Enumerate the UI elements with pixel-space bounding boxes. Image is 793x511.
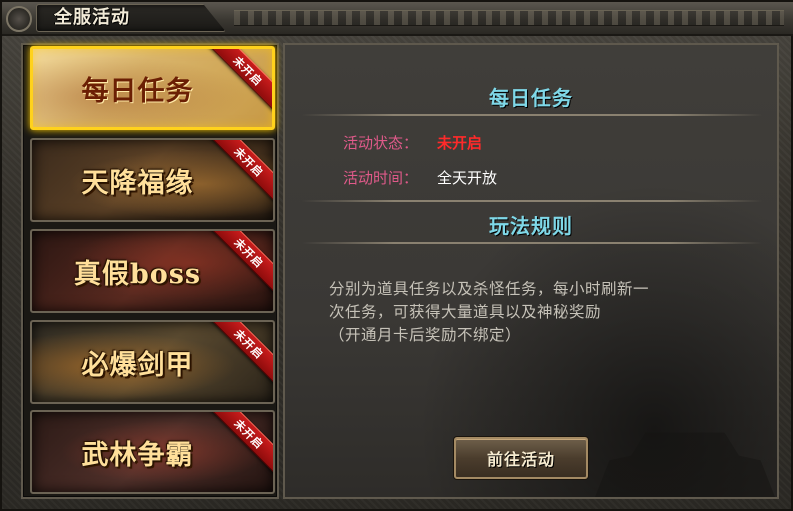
activity-card-daily-task[interactable]: 每日任务 未开启 (30, 46, 275, 130)
rules-line: 分别为道具任务以及杀怪任务，每小时刷新一 (329, 280, 650, 298)
rules-title: 玩法规则 (489, 214, 573, 238)
activity-name: 必爆剑甲 (81, 349, 194, 381)
activity-name: 真假boss (73, 258, 202, 290)
divider (302, 200, 762, 202)
activity-detail-panel (283, 43, 779, 499)
rules-line: （开通月卡后奖励不绑定） (329, 326, 522, 344)
temple-silhouette (595, 414, 775, 497)
activity-card-martial-contest[interactable]: 武林争霸 未开启 (30, 410, 275, 494)
ornament-icon (6, 6, 32, 32)
title-bar: 全服活动 (2, 2, 793, 36)
status-value: 未开启 (437, 134, 483, 152)
go-to-activity-button[interactable]: 前往活动 (454, 437, 588, 479)
time-value: 全天开放 (437, 169, 498, 187)
status-label: 活动状态： (343, 134, 419, 152)
rules-text: 分别为道具任务以及杀怪任务，每小时刷新一 次任务，可获得大量道具以及神秘奖励 （… (329, 278, 749, 347)
activity-card-sword-armor[interactable]: 必爆剑甲 未开启 (30, 320, 275, 404)
divider (302, 114, 762, 116)
activity-card-true-false-boss[interactable]: 真假boss 未开启 (30, 229, 275, 313)
detail-title: 每日任务 (489, 86, 573, 110)
time-label: 活动时间： (343, 169, 419, 187)
activity-name: 武林争霸 (81, 439, 194, 471)
activity-name: 天降福缘 (81, 167, 194, 199)
window-title: 全服活动 (54, 7, 130, 28)
activity-name: 每日任务 (81, 75, 194, 107)
title-ornament-band (234, 10, 784, 26)
activity-window: 全服活动 每日任务 未开启 天降福缘 未开启 真假boss 未开启 必爆剑甲 未… (0, 0, 793, 511)
activity-card-fortune[interactable]: 天降福缘 未开启 (30, 138, 275, 222)
divider (302, 242, 762, 244)
rules-line: 次任务，可获得大量道具以及神秘奖励 (329, 303, 602, 321)
